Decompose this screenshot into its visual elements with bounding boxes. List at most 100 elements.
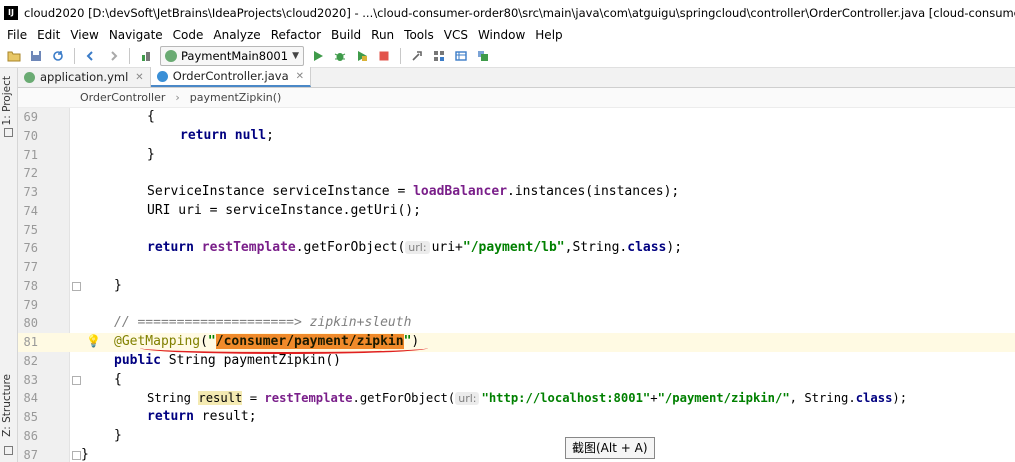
code-line: 74 URI uri = serviceInstance.getUri(); <box>18 202 1015 221</box>
open-icon[interactable] <box>4 46 24 66</box>
stop-icon[interactable] <box>374 46 394 66</box>
run-icon[interactable] <box>308 46 328 66</box>
breadcrumb-method[interactable]: paymentZipkin() <box>190 91 282 104</box>
menu-edit[interactable]: Edit <box>32 28 65 42</box>
screenshot-shortcut-tooltip: 截图(Alt + A) <box>565 437 655 459</box>
parameter-hint: url: <box>405 241 430 255</box>
code-text: URI uri = serviceInstance.getUri(); <box>147 202 421 218</box>
code-line: 79 <box>18 296 1015 315</box>
toolbar-separator <box>400 47 401 64</box>
code-text: ServiceInstance serviceInstance = loadBa… <box>147 184 680 199</box>
settings-icon[interactable] <box>429 46 449 66</box>
back-icon[interactable] <box>81 46 101 66</box>
vcs-icon[interactable] <box>473 46 493 66</box>
code-text: return null; <box>180 127 274 143</box>
window-title: cloud2020 [D:\devSoft\JetBrains\IdeaProj… <box>24 6 1015 20</box>
line-number: 81 <box>23 335 38 349</box>
code-line: 83 { <box>18 371 1015 390</box>
menu-code[interactable]: Code <box>168 28 209 42</box>
line-number: 75 <box>23 222 38 237</box>
line-number: 76 <box>23 241 38 256</box>
line-number: 72 <box>23 166 38 181</box>
menu-tools[interactable]: Tools <box>399 28 439 42</box>
project-structure-icon[interactable] <box>407 46 427 66</box>
code-text: return restTemplate.getForObject(url: uri… <box>147 240 683 256</box>
lightbulb-icon[interactable]: 💡 <box>86 334 101 348</box>
parameter-hint: url: <box>455 392 480 406</box>
fold-icon[interactable] <box>72 375 81 385</box>
coverage-icon[interactable] <box>352 46 372 66</box>
toolbar-separator <box>129 47 130 64</box>
code-editor[interactable]: 69 { 70 return null; 71 } 72 73 ServiceI… <box>18 108 1015 462</box>
breadcrumb: OrderController › paymentZipkin() <box>18 88 1015 108</box>
menu-view[interactable]: View <box>65 28 103 42</box>
fold-icon[interactable] <box>72 450 81 460</box>
code-line-current: 81 💡 @GetMapping("/consumer/payment/zipk… <box>18 333 1015 354</box>
breadcrumb-separator: › <box>175 91 180 104</box>
line-number: 84 <box>23 391 38 406</box>
tab-application-yml[interactable]: application.yml ✕ <box>18 67 151 87</box>
menu-analyze[interactable]: Analyze <box>208 28 265 42</box>
debug-icon[interactable] <box>330 46 350 66</box>
menu-file[interactable]: File <box>2 28 32 42</box>
line-number: 71 <box>23 147 38 162</box>
menu-refactor[interactable]: Refactor <box>266 28 326 42</box>
code-text: } <box>114 427 122 443</box>
code-text: return result; <box>147 409 257 424</box>
code-line: 77 <box>18 258 1015 277</box>
yaml-file-icon <box>24 71 35 83</box>
code-line: 80 // ====================> zipkin+sleut… <box>18 314 1015 333</box>
tab-label: application.yml <box>40 70 129 84</box>
run-configuration-label: PaymentMain8001 <box>181 48 289 63</box>
menu-navigate[interactable]: Navigate <box>104 28 168 42</box>
project-tool-window-button[interactable]: 1: Project <box>1 76 13 125</box>
main-toolbar: PaymentMain8001 ▼ <box>0 44 1015 68</box>
tab-ordercontroller-java[interactable]: OrderController.java ✕ <box>150 67 312 87</box>
code-text: { <box>147 109 155 124</box>
line-number: 86 <box>23 428 38 443</box>
code-text: } <box>114 277 122 293</box>
structure-icon <box>4 446 13 455</box>
close-icon[interactable]: ✕ <box>296 71 304 82</box>
line-number: 73 <box>23 185 38 199</box>
code-text: } <box>81 446 89 462</box>
code-line: 87 } <box>18 446 1015 462</box>
structure-tool-window-button[interactable]: Z: Structure <box>1 374 13 437</box>
chevron-down-icon: ▼ <box>292 50 299 61</box>
line-number: 80 <box>23 316 38 331</box>
close-icon[interactable]: ✕ <box>135 72 143 83</box>
fold-icon[interactable] <box>72 281 81 291</box>
menu-bar: File Edit View Navigate Code Analyze Ref… <box>0 26 1015 44</box>
menu-window[interactable]: Window <box>473 28 530 42</box>
line-number: 78 <box>23 278 38 293</box>
line-number: 69 <box>23 110 38 124</box>
line-number: 79 <box>23 297 38 312</box>
line-number: 87 <box>23 447 38 462</box>
code-text: public String paymentZipkin() <box>114 352 341 368</box>
menu-build[interactable]: Build <box>326 28 366 42</box>
toolbar-separator <box>74 47 75 64</box>
sync-icon[interactable] <box>48 46 68 66</box>
line-number: 77 <box>23 260 38 274</box>
forward-icon[interactable] <box>103 46 123 66</box>
code-text: { <box>114 371 122 387</box>
code-line: 86 } <box>18 427 1015 446</box>
breadcrumb-class[interactable]: OrderController <box>80 91 165 104</box>
sdk-icon[interactable] <box>451 46 471 66</box>
code-line: 71 } <box>18 146 1015 165</box>
run-configuration-selector[interactable]: PaymentMain8001 ▼ <box>160 45 304 66</box>
editor-tabs: application.yml ✕ OrderController.java ✕ <box>18 67 1015 88</box>
code-line: 72 <box>18 164 1015 183</box>
code-line: 82 public String paymentZipkin() <box>18 352 1015 371</box>
save-icon[interactable] <box>26 46 46 66</box>
spring-boot-icon <box>165 49 177 62</box>
line-number: 82 <box>23 353 38 368</box>
left-tool-window-strip: 1: Project Z: Structure <box>0 68 18 462</box>
code-text: String result = restTemplate.getForObjec… <box>147 391 908 406</box>
menu-vcs[interactable]: VCS <box>439 28 473 42</box>
build-icon[interactable] <box>136 46 156 66</box>
line-number: 83 <box>23 372 38 387</box>
tab-label: OrderController.java <box>172 69 289 83</box>
menu-run[interactable]: Run <box>366 28 399 42</box>
menu-help[interactable]: Help <box>530 28 567 42</box>
